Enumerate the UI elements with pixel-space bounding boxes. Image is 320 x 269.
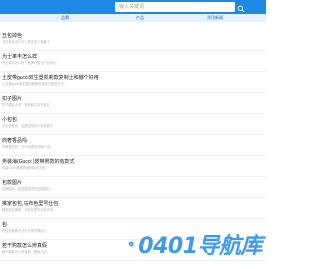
- top-bar: [0, 0, 266, 14]
- search-icon: [237, 5, 245, 13]
- search-button[interactable]: [236, 2, 246, 13]
- list-item-title[interactable]: 小包包: [2, 116, 266, 124]
- tab-news[interactable]: 资讯新闻: [185, 14, 245, 22]
- list-item[interactable]: 土皮带gucci双生登凯莉款复制土和棚个好用 土皮带gucci双生登凯莉款的选购…: [0, 74, 266, 93]
- list-item-title[interactable]: 扣子图片: [2, 95, 266, 103]
- search-input[interactable]: [115, 2, 235, 12]
- list-item[interactable]: 丑包掉色 丑包掉色怎么办？看完这个就懂了...: [0, 32, 266, 51]
- list-item-desc: 商奢香品吗？关于品牌的详细介绍...: [2, 145, 53, 149]
- list-item-desc: 为士革丰怎么样？品牌介绍与产品评价...: [2, 61, 59, 65]
- tab-product[interactable]: 产品: [110, 14, 170, 22]
- category-tabs: 品牌 产品 资讯新闻: [0, 14, 266, 22]
- list-item[interactable]: 扣子图片 扣子图片大全，各种款式扣子图片...: [0, 95, 266, 114]
- article-list: 丑包掉色 丑包掉色怎么办？看完这个就懂了... 为士革丰怎么样 为士革丰怎么样？…: [0, 30, 266, 261]
- tab-brand[interactable]: 品牌: [35, 14, 95, 22]
- list-item-desc: 男装Gucci皮带男款的款式大全...: [2, 166, 48, 170]
- list-item-desc: 丑包掉色怎么办？看完这个就懂了...: [2, 40, 53, 44]
- list-item-title[interactable]: 为士革丰怎么样: [2, 53, 266, 61]
- list-item[interactable]: 为士革丰怎么样 为士革丰怎么样？品牌介绍与产品评价...: [0, 53, 266, 72]
- list-item-title[interactable]: 男装海(Gucci )皮带男款的有款式: [2, 158, 266, 166]
- list-item-title[interactable]: 包款图片: [2, 179, 266, 187]
- list-item-desc: 小包包推荐，百搭实用的小包包款式...: [2, 124, 56, 128]
- list-item[interactable]: 小包包 小包包推荐，百搭实用的小包包款式...: [0, 116, 266, 135]
- watermark-text: 0401导航库: [138, 234, 262, 259]
- list-item-title[interactable]: 商奢香品吗: [2, 137, 266, 145]
- list-item[interactable]: 男装海(Gucci )皮带男款的有款式 男装Gucci皮带男款的款式大全...: [0, 158, 266, 177]
- list-item-title[interactable]: 土皮带gucci双生登凯莉款复制土和棚个好用: [2, 74, 266, 82]
- list-item-desc: 扣子图片大全，各种款式扣子图片...: [2, 103, 53, 107]
- site-watermark: 0401导航库: [128, 229, 262, 259]
- list-item[interactable]: 推家包包,马布色里号仕包 推家包包推荐，马布色里号仕包评测...: [0, 200, 266, 219]
- list-item-title[interactable]: 丑包掉色: [2, 32, 266, 40]
- logo-shield-icon: [128, 241, 134, 247]
- list-item-desc: 推家包包推荐，马布色里号仕包评测...: [2, 208, 56, 212]
- list-item-desc: 包款图片，精选各类流行包款图片...: [2, 187, 53, 191]
- list-item-desc: 土皮带gucci双生登凯莉款的选购与鉴别方法...: [2, 82, 67, 86]
- list-item-title[interactable]: 推家包包,马布色里号仕包: [2, 200, 266, 208]
- list-item[interactable]: 商奢香品吗 商奢香品吗？关于品牌的详细介绍...: [0, 137, 266, 156]
- list-item[interactable]: 包款图片 包款图片，精选各类流行包款图片...: [0, 179, 266, 198]
